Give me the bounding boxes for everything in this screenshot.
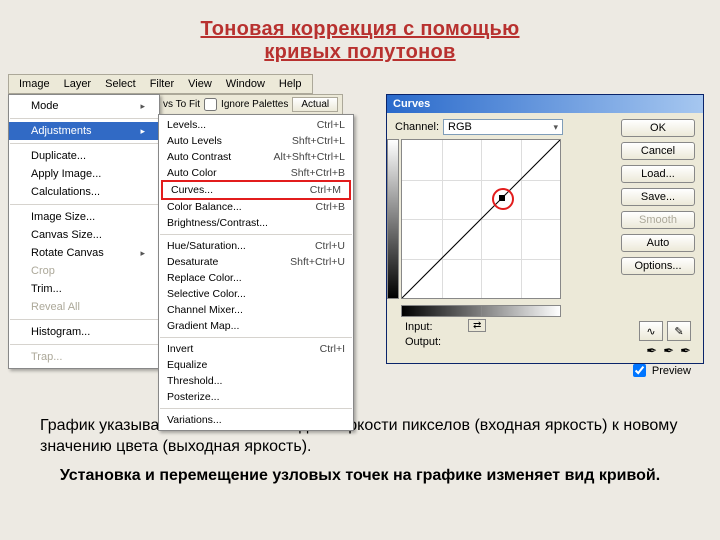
load-button[interactable]: Load...	[621, 165, 695, 183]
menu-filter[interactable]: Filter	[144, 77, 180, 91]
ignore-palettes-label: Ignore Palettes	[221, 99, 288, 110]
curves-dialog: Curves Channel: RGB	[386, 94, 704, 364]
adjust-item-auto-contrast[interactable]: Auto ContrastAlt+Shft+Ctrl+L	[159, 149, 353, 165]
curves-graph[interactable]	[401, 139, 561, 299]
menubar: Image Layer Select Filter View Window He…	[8, 74, 313, 94]
eyedropper-black-icon[interactable]: ✒	[646, 343, 657, 359]
adjust-item-replace-color[interactable]: Replace Color...	[159, 270, 353, 286]
menuitem-calculations[interactable]: Calculations...	[9, 183, 159, 201]
ok-button[interactable]: OK	[621, 119, 695, 137]
options-button[interactable]: Options...	[621, 257, 695, 275]
menuitem-reveal-all: Reveal All	[9, 298, 159, 316]
channel-label: Channel:	[395, 121, 439, 133]
menuitem-trap: Trap...	[9, 348, 159, 366]
menu-layer[interactable]: Layer	[58, 77, 98, 91]
menuitem-duplicate[interactable]: Duplicate...	[9, 147, 159, 165]
adjust-item-hue-saturation[interactable]: Hue/Saturation...Ctrl+U	[159, 238, 353, 254]
menuitem-crop: Crop	[9, 262, 159, 280]
output-label: Output:	[405, 336, 441, 348]
smooth-button: Smooth	[621, 211, 695, 229]
menuitem-trim[interactable]: Trim...	[9, 280, 159, 298]
eyedropper-gray-icon[interactable]: ✒	[663, 343, 674, 359]
adjust-item-invert[interactable]: InvertCtrl+I	[159, 341, 353, 357]
workspace: Image Layer Select Filter View Window He…	[8, 74, 712, 404]
fit-label: vs To Fit	[163, 99, 200, 110]
adjust-item-curves[interactable]: Curves...Ctrl+M	[161, 180, 351, 200]
curves-titlebar[interactable]: Curves	[387, 95, 703, 113]
options-bar: vs To Fit Ignore Palettes Actual	[158, 94, 343, 115]
save-button[interactable]: Save...	[621, 188, 695, 206]
swap-gradient-button[interactable]: ⇄	[468, 319, 486, 332]
preview-label: Preview	[652, 365, 691, 377]
adjustments-submenu: Levels...Ctrl+LAuto LevelsShft+Ctrl+LAut…	[158, 114, 354, 431]
preview-checkbox[interactable]	[633, 364, 646, 377]
adjust-item-posterize[interactable]: Posterize...	[159, 389, 353, 405]
menuitem-image-size[interactable]: Image Size...	[9, 208, 159, 226]
menu-window[interactable]: Window	[220, 77, 271, 91]
channel-select[interactable]: RGB	[443, 119, 563, 135]
description-paragraph-2: Установка и перемещение узловых точек на…	[40, 466, 680, 487]
curve-tool-button[interactable]: ∿	[639, 321, 663, 341]
adjust-item-channel-mixer[interactable]: Channel Mixer...	[159, 302, 353, 318]
menuitem-mode[interactable]: Mode	[9, 97, 159, 115]
adjust-item-threshold[interactable]: Threshold...	[159, 373, 353, 389]
highlight-ring-icon	[492, 188, 514, 210]
adjust-item-variations[interactable]: Variations...	[159, 412, 353, 428]
page-title: Тоновая коррекция с помощьюкривых полуто…	[0, 0, 720, 74]
actual-pixels-button[interactable]: Actual	[292, 97, 338, 112]
adjust-item-levels[interactable]: Levels...Ctrl+L	[159, 117, 353, 133]
menuitem-canvas-size[interactable]: Canvas Size...	[9, 226, 159, 244]
auto-button[interactable]: Auto	[621, 234, 695, 252]
ignore-palettes-checkbox[interactable]	[204, 98, 217, 111]
output-gradient	[387, 139, 399, 299]
image-menu-dropdown: Mode Adjustments Duplicate... Apply Imag…	[8, 94, 160, 369]
menu-help[interactable]: Help	[273, 77, 308, 91]
menu-image[interactable]: Image	[13, 77, 56, 91]
adjust-item-selective-color[interactable]: Selective Color...	[159, 286, 353, 302]
adjust-item-auto-color[interactable]: Auto ColorShft+Ctrl+B	[159, 165, 353, 181]
input-gradient	[401, 305, 561, 317]
menuitem-apply-image[interactable]: Apply Image...	[9, 165, 159, 183]
menuitem-rotate-canvas[interactable]: Rotate Canvas	[9, 244, 159, 262]
adjust-item-brightness-contrast[interactable]: Brightness/Contrast...	[159, 215, 353, 231]
menuitem-adjustments[interactable]: Adjustments	[9, 122, 159, 140]
adjust-item-gradient-map[interactable]: Gradient Map...	[159, 318, 353, 334]
cancel-button[interactable]: Cancel	[621, 142, 695, 160]
menuitem-histogram[interactable]: Histogram...	[9, 323, 159, 341]
pencil-tool-button[interactable]: ✎	[667, 321, 691, 341]
menu-select[interactable]: Select	[99, 77, 142, 91]
menu-view[interactable]: View	[182, 77, 218, 91]
adjust-item-color-balance[interactable]: Color Balance...Ctrl+B	[159, 199, 353, 215]
eyedropper-white-icon[interactable]: ✒	[680, 343, 691, 359]
adjust-item-equalize[interactable]: Equalize	[159, 357, 353, 373]
adjust-item-auto-levels[interactable]: Auto LevelsShft+Ctrl+L	[159, 133, 353, 149]
input-label: Input:	[405, 321, 441, 333]
curves-graph-area: ⇄	[401, 139, 581, 319]
description-paragraph-1: График указывает отношение исходной ярко…	[40, 416, 680, 458]
adjust-item-desaturate[interactable]: DesaturateShft+Ctrl+U	[159, 254, 353, 270]
